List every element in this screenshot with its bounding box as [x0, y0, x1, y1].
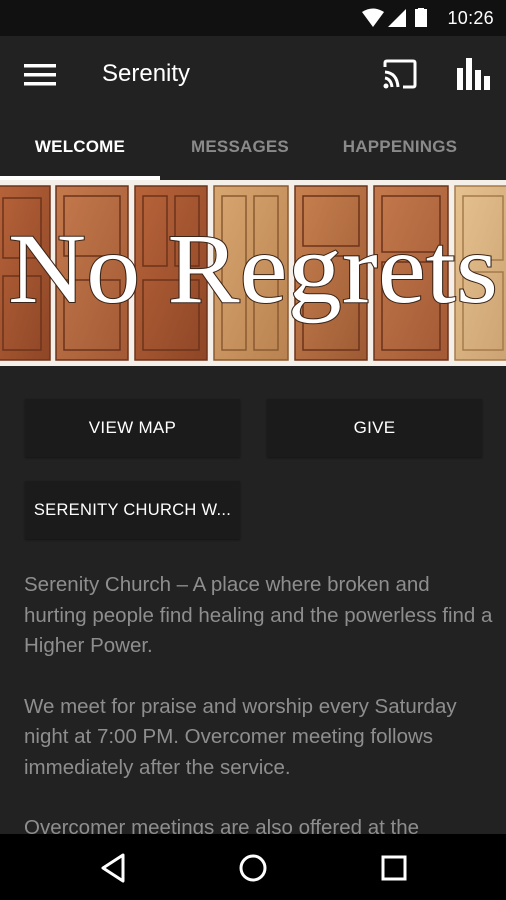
paragraph: Serenity Church – A place where broken a… — [24, 573, 493, 657]
home-icon[interactable] — [236, 851, 270, 885]
welcome-content: Serenity Church – A place where broken a… — [24, 570, 494, 874]
app-bar: Serenity — [0, 36, 506, 114]
website-button[interactable]: SERENITY CHURCH W... — [25, 481, 240, 539]
recents-icon[interactable] — [377, 851, 411, 885]
status-icons — [362, 8, 427, 27]
app-title: Serenity — [102, 60, 191, 87]
doors-artwork: No Regrets — [0, 180, 506, 366]
paragraph: We meet for praise and worship every Sat… — [24, 694, 457, 779]
give-button[interactable]: GIVE — [267, 399, 482, 457]
tab-happenings[interactable]: HAPPENINGS — [320, 114, 480, 180]
back-icon[interactable] — [97, 851, 131, 885]
stats-icon[interactable] — [456, 56, 492, 90]
signal-icon — [388, 9, 406, 27]
menu-icon[interactable] — [24, 61, 56, 89]
view-map-button[interactable]: VIEW MAP — [25, 399, 240, 457]
wifi-icon — [362, 8, 384, 27]
banner-image[interactable]: No Regrets — [0, 180, 506, 366]
battery-icon — [415, 8, 427, 27]
tab-welcome[interactable]: WELCOME — [0, 114, 160, 180]
status-time: 10:26 — [447, 8, 494, 28]
cast-icon[interactable] — [382, 58, 418, 90]
system-nav-bar — [0, 834, 506, 900]
tab-messages[interactable]: MESSAGES — [160, 114, 320, 180]
banner-title: No Regrets — [8, 213, 498, 324]
tab-bar: WELCOME MESSAGES HAPPENINGS — [0, 114, 506, 180]
status-bar: 10:26 — [0, 0, 506, 36]
